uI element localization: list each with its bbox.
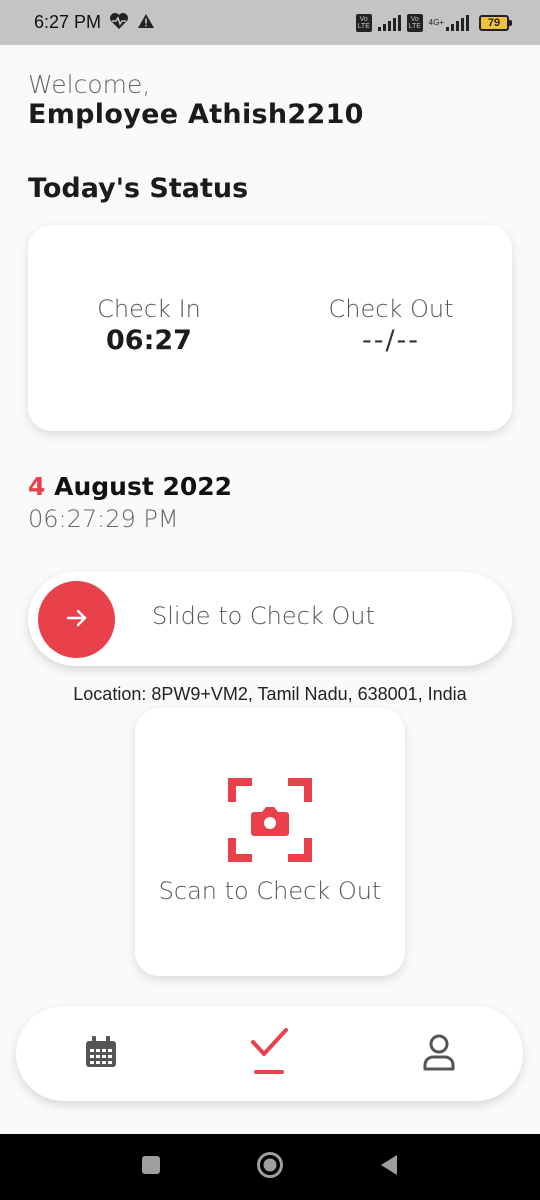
arrow-right-icon: [64, 607, 90, 633]
scan-to-check-out-button[interactable]: Scan to Check Out: [135, 708, 405, 976]
nav-profile[interactable]: [399, 1006, 479, 1101]
square-icon: [141, 1155, 161, 1179]
back-button[interactable]: [359, 1134, 419, 1200]
slider-knob[interactable]: [38, 581, 115, 658]
current-time: 06:27:29 PM: [28, 505, 179, 533]
check-in-time: 06:27: [106, 325, 192, 356]
check-in-column: Check In 06:27: [49, 295, 249, 356]
todays-status-title: Today's Status: [28, 173, 249, 204]
check-in-label: Check In: [97, 295, 201, 323]
recent-apps-button[interactable]: [121, 1134, 181, 1200]
slide-to-check-out[interactable]: Slide to Check Out: [28, 572, 512, 666]
profile-icon: [422, 1033, 456, 1075]
welcome-text: Welcome,: [28, 70, 151, 99]
circle-icon: [256, 1151, 284, 1183]
battery-level: 79: [479, 14, 509, 31]
slider-label: Slide to Check Out: [152, 602, 375, 630]
scan-label: Scan to Check Out: [158, 877, 382, 905]
camera-scan-icon: [226, 776, 314, 868]
location-text: Location: 8PW9+VM2, Tamil Nadu, 638001, …: [73, 684, 467, 704]
check-out-label: Check Out: [328, 295, 454, 323]
check-out-time: --/--: [361, 325, 421, 356]
signal-icon: [377, 14, 401, 31]
nav-check[interactable]: [230, 1006, 310, 1101]
signal-icon-2: [446, 14, 469, 31]
network-type-label: 4G+: [428, 17, 444, 27]
warning-icon: [137, 13, 155, 33]
battery-icon: 79: [479, 14, 512, 31]
status-card: Check In 06:27 Check Out --/--: [28, 225, 512, 431]
system-navigation-bar: [0, 1134, 540, 1200]
bottom-navigation: [16, 1006, 523, 1101]
back-triangle-icon: [379, 1154, 399, 1180]
date-month-year: August 2022: [54, 472, 233, 501]
date-day: 4: [28, 472, 46, 501]
employee-name: Employee Athish2210: [28, 99, 364, 130]
heart-pulse-icon: [109, 12, 129, 34]
volte-icon: Vo LTE: [355, 13, 372, 32]
status-bar: 6:27 PM Vo LTE Vo LTE 4G+ 79: [0, 0, 540, 45]
check-out-column: Check Out --/--: [291, 295, 491, 356]
current-date: 4 August 2022: [28, 472, 232, 501]
calendar-icon: [84, 1035, 118, 1073]
check-icon: [248, 1026, 292, 1082]
nav-calendar[interactable]: [61, 1006, 141, 1101]
home-button[interactable]: [240, 1134, 300, 1200]
volte-icon-2: Vo LTE: [406, 13, 423, 32]
status-time: 6:27 PM: [34, 12, 102, 32]
